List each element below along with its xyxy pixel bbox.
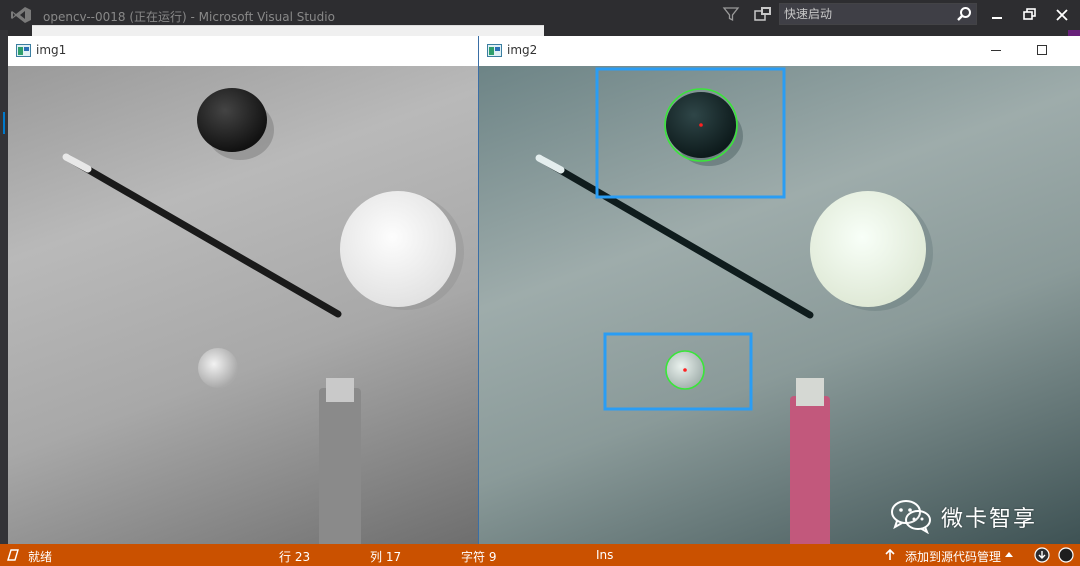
maximize-icon[interactable] bbox=[1035, 43, 1049, 57]
arrow-up-icon[interactable] bbox=[884, 549, 896, 561]
pencil bbox=[64, 154, 342, 318]
notification-icon[interactable] bbox=[1058, 547, 1074, 563]
status-ready: 就绪 bbox=[28, 550, 53, 564]
restore-icon[interactable] bbox=[1019, 5, 1041, 25]
minimize-icon[interactable] bbox=[989, 43, 1003, 57]
quick-launch-input[interactable] bbox=[784, 6, 954, 22]
left-gutter bbox=[0, 30, 8, 544]
status-bar: 就绪 行 23 列 17 字符 9 Ins 添加到源代码管理 bbox=[0, 544, 1080, 566]
status-column: 列 17 bbox=[370, 550, 402, 564]
lighter bbox=[790, 396, 830, 544]
caret-up-icon[interactable] bbox=[1004, 550, 1014, 558]
bottle-cap bbox=[197, 88, 267, 152]
download-icon[interactable] bbox=[1034, 547, 1050, 563]
img1-title: img1 bbox=[36, 43, 67, 57]
window-title: opencv--0018 (正在运行) - Microsoft Visual S… bbox=[43, 10, 335, 24]
quick-launch-box[interactable] bbox=[779, 3, 977, 25]
vs-logo-icon bbox=[11, 7, 31, 23]
status-insert-mode: Ins bbox=[596, 548, 614, 562]
search-icon[interactable] bbox=[956, 6, 972, 22]
wechat-logo-icon bbox=[891, 500, 931, 534]
lighter-head bbox=[326, 378, 354, 402]
window-app-icon bbox=[16, 44, 31, 57]
white-ball bbox=[340, 191, 456, 307]
watermark: 微卡智享 bbox=[889, 496, 1049, 536]
close-icon[interactable] bbox=[1051, 5, 1073, 25]
status-char: 字符 9 bbox=[461, 550, 497, 564]
img2-title-bar[interactable]: img2 bbox=[479, 36, 1080, 64]
window-app-icon bbox=[487, 44, 502, 57]
filter-icon[interactable] bbox=[722, 5, 740, 23]
lighter bbox=[319, 388, 361, 544]
pencil bbox=[537, 155, 814, 319]
status-bar-icon bbox=[7, 549, 19, 561]
circle-center-cap bbox=[699, 123, 703, 127]
img1-image bbox=[8, 66, 478, 544]
img1-window[interactable]: img1 bbox=[8, 36, 478, 544]
circle-center-coin bbox=[683, 368, 687, 372]
lighter-head bbox=[796, 378, 824, 406]
status-line: 行 23 bbox=[279, 550, 311, 564]
add-to-source-control-button[interactable]: 添加到源代码管理 bbox=[905, 548, 1001, 565]
img2-image bbox=[479, 66, 1080, 544]
feedback-icon[interactable] bbox=[753, 5, 773, 23]
img1-title-bar[interactable]: img1 bbox=[8, 36, 478, 64]
img2-window[interactable]: img2 bbox=[478, 36, 1080, 544]
img2-title: img2 bbox=[507, 43, 538, 57]
watermark-text: 微卡智享 bbox=[941, 507, 1038, 532]
minimize-icon[interactable] bbox=[986, 5, 1008, 25]
coin bbox=[198, 348, 238, 388]
white-ball bbox=[810, 191, 926, 307]
